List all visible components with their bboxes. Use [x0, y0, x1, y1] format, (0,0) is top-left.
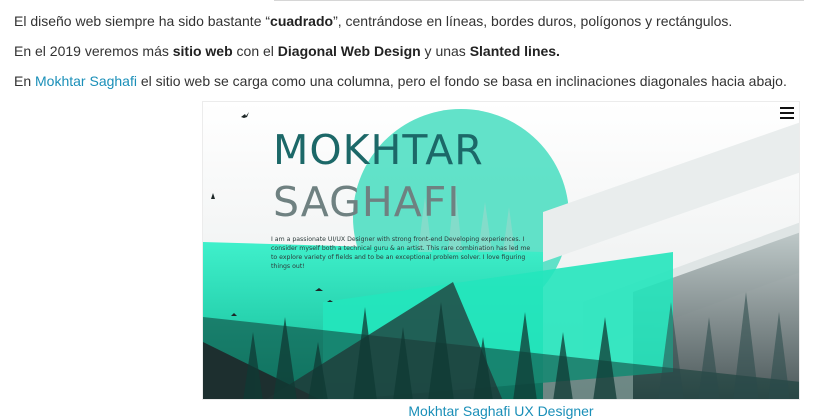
menu-bar-middle	[780, 112, 794, 114]
p2-bold-slanted-lines: Slanted lines.	[469, 43, 560, 59]
menu-bar-bottom	[780, 117, 794, 119]
p3-text-2: el sitio web se carga como una columna, …	[136, 73, 787, 89]
p1-text-2: ”, centrándose en líneas, bordes duros, …	[333, 13, 733, 29]
paragraph-diagonal-design: En el 2019 veremos más sitio web con el …	[14, 42, 560, 60]
menu-bar-top	[780, 107, 794, 109]
mokhtar-saghafi-link[interactable]: Mokhtar Saghafi	[35, 73, 137, 89]
top-divider	[274, 0, 804, 1]
hero-bio-text: I am a passionate UI/UX Designer with st…	[271, 236, 531, 270]
p1-text-1: El diseño web siempre ha sido bastante “	[14, 13, 271, 29]
hamburger-menu-icon[interactable]	[780, 107, 794, 120]
p1-bold-cuadrado: cuadrado	[270, 13, 334, 29]
figure-caption-link[interactable]: Mokhtar Saghafi UX Designer	[202, 403, 800, 420]
hero-title-last-name: SAGHAFI	[273, 178, 461, 226]
p2-bold-diagonal-web-design: Diagonal Web Design	[277, 43, 421, 59]
hero-title-first-name: MOKHTAR	[273, 126, 484, 174]
paragraph-mokhtar-example: En Mokhtar Saghafi el sitio web se carga…	[14, 72, 787, 90]
p2-text-2: con el	[232, 43, 278, 59]
paragraph-square-design: El diseño web siempre ha sido bastante “…	[14, 12, 732, 30]
p2-bold-sitio-web: sitio web	[172, 43, 233, 59]
p3-text-1: En	[14, 73, 36, 89]
p2-text-3: y unas	[420, 43, 470, 59]
website-screenshot: MOKHTAR SAGHAFI I am a passionate UI/UX …	[202, 101, 800, 400]
p2-text-1: En el 2019 veremos más	[14, 43, 173, 59]
